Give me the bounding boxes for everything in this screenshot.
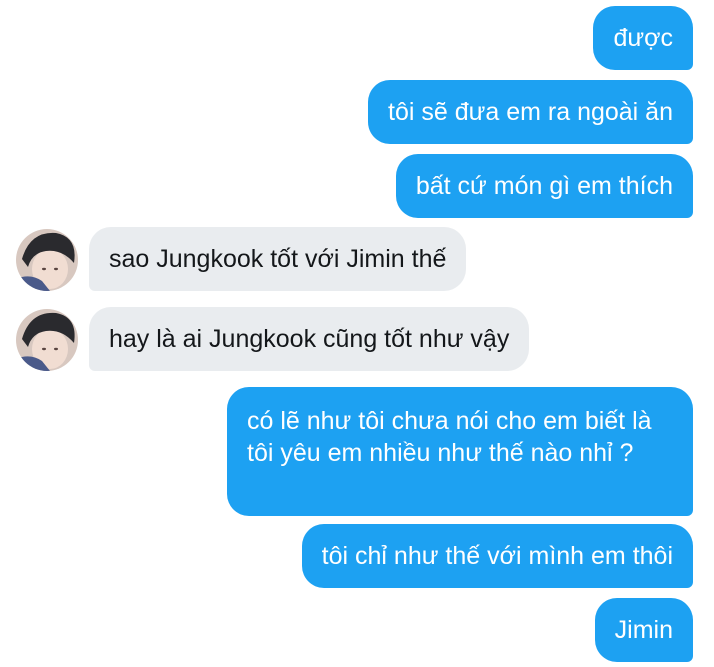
outgoing-message-bubble[interactable]: tôi chỉ như thế với mình em thôi xyxy=(301,524,693,588)
message-text: sao Jungkook tốt với Jimin thế xyxy=(109,245,447,273)
outgoing-message-bubble[interactable]: tôi sẽ đưa em ra ngoài ăn xyxy=(368,80,693,144)
message-text: được xyxy=(613,24,673,52)
message-text: tôi sẽ đưa em ra ngoài ăn xyxy=(388,98,673,126)
avatar-photo-icon xyxy=(16,229,78,291)
outgoing-message-bubble[interactable]: có lẽ như tôi chưa nói cho em biết là tô… xyxy=(227,387,693,516)
message-text: bất cứ món gì em thích xyxy=(415,172,673,200)
message-text: tôi chỉ như thế với mình em thôi xyxy=(321,542,673,570)
outgoing-message-bubble[interactable]: bất cứ món gì em thích xyxy=(395,154,693,218)
message-text: Jimin xyxy=(614,616,673,644)
outgoing-message-bubble[interactable]: Jimin xyxy=(594,598,693,662)
contact-avatar[interactable] xyxy=(16,229,78,291)
outgoing-message-bubble[interactable]: được xyxy=(593,6,693,70)
incoming-message-bubble[interactable]: sao Jungkook tốt với Jimin thế xyxy=(89,227,467,291)
avatar-photo-icon xyxy=(16,309,78,371)
incoming-message-bubble[interactable]: hay là ai Jungkook cũng tốt như vậy xyxy=(89,307,530,371)
contact-avatar[interactable] xyxy=(16,309,78,371)
message-text: có lẽ như tôi chưa nói cho em biết là tô… xyxy=(247,407,652,467)
message-text: hay là ai Jungkook cũng tốt như vậy xyxy=(109,325,510,353)
